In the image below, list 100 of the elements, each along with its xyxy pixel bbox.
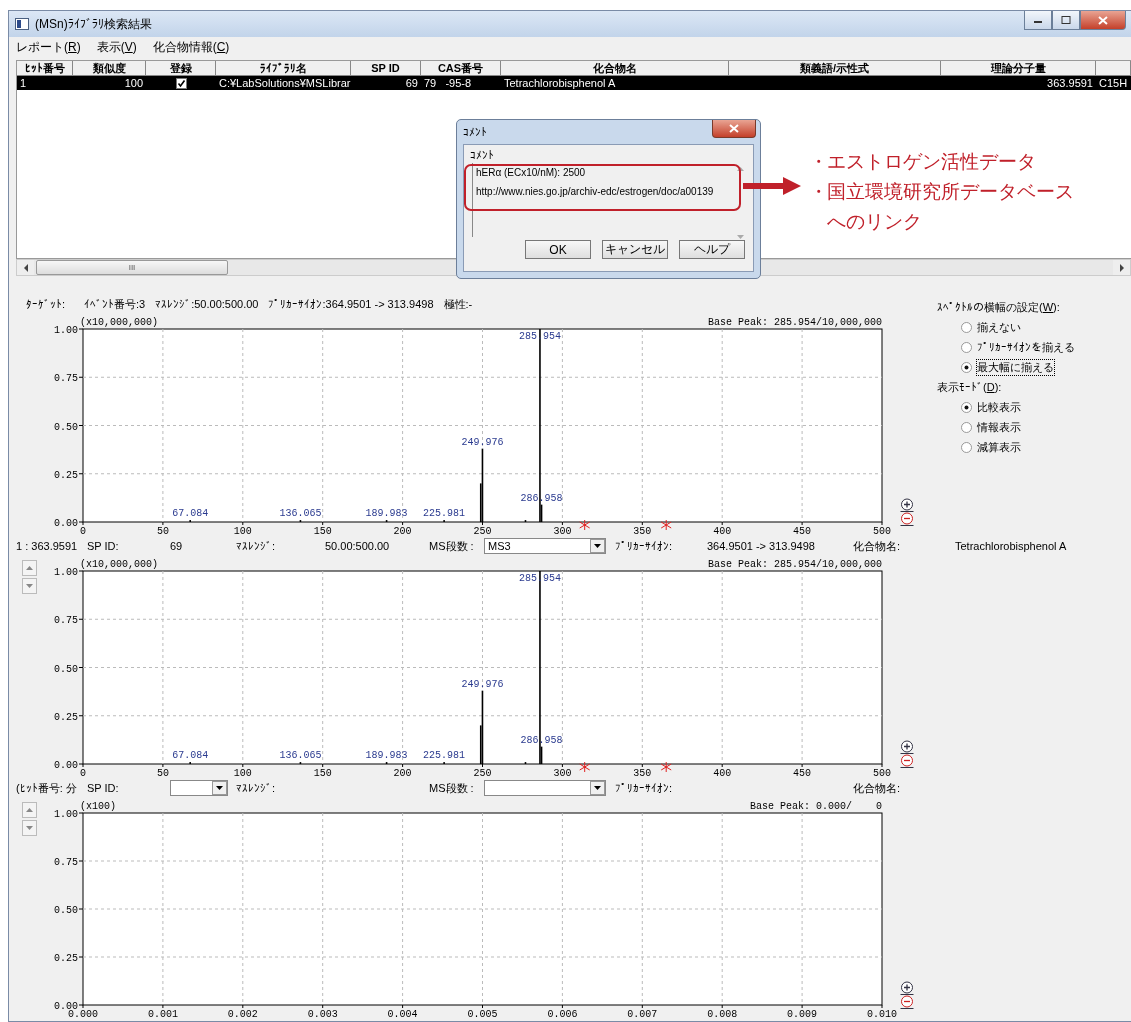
zoom-out-icon[interactable] (900, 512, 914, 526)
axis-label: 300 (553, 526, 572, 536)
axis-label: 1.00 (54, 567, 78, 578)
info-text: 364.9501 -> 313.9498 (707, 540, 816, 552)
info-text: ﾏｽﾚﾝｼﾞ:50.00:500.00 (155, 298, 259, 310)
peak-label: 225.981 (423, 750, 466, 762)
axis-label: 0.75 (54, 615, 78, 627)
column-header[interactable]: CAS番号 (421, 61, 501, 75)
column-header[interactable]: SP ID (351, 61, 421, 75)
info-text: ﾌﾟﾘｶｰｻｲｵﾝ:364.9501 -> 313.9498 (268, 298, 434, 310)
zoom-in-icon[interactable] (900, 498, 914, 512)
close-button[interactable] (712, 120, 756, 138)
dialog-button[interactable]: キャンセル (602, 240, 668, 259)
scroll-up-button[interactable] (22, 802, 37, 818)
minimize-button[interactable] (1024, 11, 1052, 30)
dialog-button[interactable]: ヘルプ (679, 240, 745, 259)
scroll-up-button[interactable] (22, 560, 37, 576)
radio-option[interactable]: 減算表示 (937, 437, 1021, 457)
axis-label: 150 (313, 526, 332, 536)
radio-option[interactable]: 比較表示 (937, 397, 1021, 417)
asterisk-icon (660, 761, 672, 773)
zoom-out-icon[interactable] (900, 754, 914, 768)
dialog-button[interactable]: OK (525, 240, 591, 259)
radio-button[interactable] (961, 361, 972, 373)
dialog-title: ｺﾒﾝﾄ (463, 126, 487, 138)
axis-label: 100 (233, 768, 252, 778)
radio-option[interactable]: 情報表示 (937, 417, 1021, 437)
menu-item[interactable]: 化合物情報(C) (149, 39, 233, 56)
up-arrow-icon (736, 167, 744, 171)
table-cell-text: 69 (404, 76, 419, 90)
axis-label: 250 (473, 768, 492, 778)
axis-label: 0.010 (867, 1009, 897, 1019)
info-text: ﾏｽﾚﾝｼﾞ: (236, 540, 277, 552)
axis-label: 0.75 (54, 857, 78, 868)
close-icon (1098, 15, 1108, 25)
radio-option[interactable]: ﾌﾟﾘｶｰｻｲｵﾝを揃える (937, 337, 1075, 357)
peak-label: 67.084 (172, 750, 209, 762)
scroll-down-button[interactable] (22, 578, 37, 594)
scroll-right-button[interactable] (1113, 260, 1130, 275)
info-text: ﾀｰｹﾞｯﾄ: (26, 298, 67, 310)
axis-label: 0.005 (467, 1009, 498, 1019)
axis-label: 0.009 (787, 1009, 818, 1019)
base-peak-label: Base Peak: 0.000/ 0 (749, 801, 882, 812)
table-cell-text: 79 -95-8 (423, 76, 473, 90)
axis-label: 0 (80, 526, 86, 536)
column-header[interactable]: 理論分子量 (941, 61, 1096, 75)
info-text: SP ID: (87, 782, 120, 794)
close-button[interactable] (1080, 11, 1126, 30)
zoom-in-icon[interactable] (900, 981, 914, 995)
down-arrow-icon (26, 826, 33, 830)
zoom-out-icon[interactable] (900, 995, 914, 1009)
column-header[interactable]: 登録 (146, 61, 216, 75)
info-text: (ﾋｯﾄ番号: 分 (16, 780, 78, 796)
radio-button[interactable] (961, 321, 972, 333)
info-text: Tetrachlorobisphenol A (954, 540, 1068, 552)
base-peak-label: Base Peak: 285.954/10,000,000 (707, 317, 882, 328)
axis-label: 450 (793, 768, 812, 778)
radio-button[interactable] (961, 441, 972, 453)
axis-label: 400 (713, 768, 732, 778)
checkbox[interactable] (175, 77, 187, 89)
scroll-left-button[interactable] (17, 260, 34, 275)
axis-label: 0.00 (54, 760, 78, 771)
column-header[interactable]: 類似度 (73, 61, 146, 75)
axis-label: 0.004 (387, 1009, 418, 1019)
scrollbar[interactable] (735, 167, 745, 239)
radio-button[interactable] (961, 341, 972, 353)
axis-label: 200 (393, 526, 412, 536)
zoom-in-icon[interactable] (900, 740, 914, 754)
column-header[interactable]: 類義語/示性式 (729, 61, 941, 75)
axis-label: 0.001 (147, 1009, 178, 1019)
info-text: 50.00:500.00 (325, 540, 391, 552)
info-text: 69 (170, 540, 184, 552)
info-text: ｲﾍﾞﾝﾄ番号:3 (84, 296, 146, 312)
axis-multiplier: (x10,000,000) (80, 559, 158, 570)
radio-button[interactable] (961, 401, 972, 413)
axis-label: 0.008 (707, 1009, 738, 1019)
axis-label: 50 (156, 526, 169, 536)
scrollbar-thumb[interactable]: III (36, 260, 228, 275)
radio-button[interactable] (961, 421, 972, 433)
radio-option[interactable]: 最大幅に揃える (937, 357, 1054, 377)
axis-label: 0.25 (54, 711, 78, 723)
column-header[interactable]: 化合物名 (501, 61, 729, 75)
scroll-down-button[interactable] (22, 820, 37, 836)
down-arrow-icon (26, 584, 33, 588)
menu-item[interactable]: レポート(R) (13, 39, 84, 56)
axis-label: 0.50 (54, 905, 78, 916)
radio-option[interactable]: 揃えない (937, 317, 1021, 337)
column-header[interactable]: ﾗｲﾌﾞﾗﾘ名 (216, 61, 351, 75)
window-title: (MSn)ﾗｲﾌﾞﾗﾘ検索結果 (35, 15, 152, 33)
table-cell-text: 1 (19, 76, 28, 90)
peak-label: 136.065 (279, 750, 322, 762)
group-label: ｽﾍﾟｸﾄﾙの横幅の設定(W): (937, 300, 1061, 315)
axis-label: 350 (633, 526, 652, 536)
axis-label: 0.25 (54, 469, 78, 481)
table-row[interactable]: 1 100 C:¥LabSolutions¥MSLibrar 69 79 -95-8 Tetrachlorobisphenol A 363.9591 C15H (17, 76, 1131, 90)
maximize-button[interactable] (1052, 11, 1080, 30)
menu-item[interactable]: 表示(V) (93, 39, 140, 56)
column-header[interactable]: ﾋｯﾄ番号 (17, 61, 73, 75)
dropdown[interactable]: MS3 (484, 538, 606, 554)
group-label: ｺﾒﾝﾄ (470, 149, 495, 163)
